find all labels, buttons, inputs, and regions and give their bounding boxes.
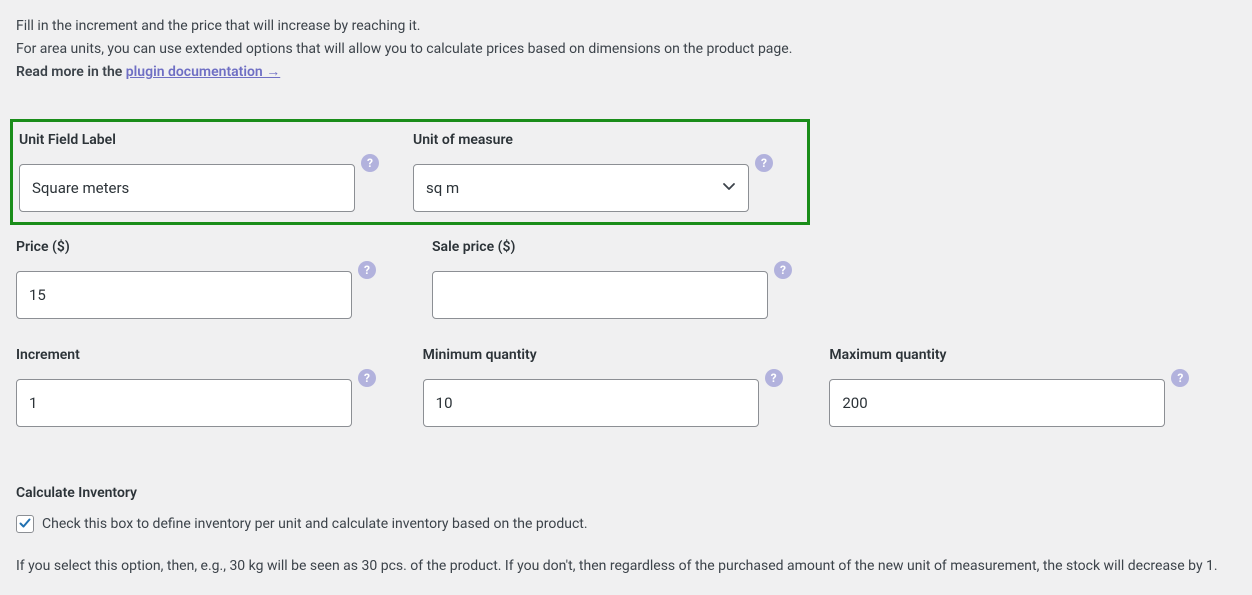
max-qty-input[interactable] — [829, 379, 1165, 427]
increment-input[interactable] — [16, 379, 352, 427]
help-icon[interactable]: ? — [765, 369, 783, 387]
help-icon[interactable]: ? — [361, 154, 379, 172]
help-icon[interactable]: ? — [755, 154, 773, 172]
increment-label: Increment — [16, 347, 383, 363]
calculate-inventory-checkbox-label: Check this box to define inventory per u… — [42, 516, 588, 532]
help-icon[interactable]: ? — [358, 261, 376, 279]
sale-price-input[interactable] — [432, 271, 768, 319]
sale-price-label: Sale price ($) — [432, 239, 808, 255]
help-icon[interactable]: ? — [358, 369, 376, 387]
help-icon[interactable]: ? — [774, 261, 792, 279]
intro-line-3: Read more in the plugin documentation → — [16, 62, 1236, 83]
intro-line-2: For area units, you can use extended opt… — [16, 39, 1236, 60]
intro-readmore-prefix: Read more in the — [16, 64, 126, 80]
calculate-inventory-help-text: If you select this option, then, e.g., 3… — [16, 555, 1236, 579]
price-input[interactable] — [16, 271, 352, 319]
min-qty-input[interactable] — [423, 379, 759, 427]
help-icon[interactable]: ? — [1171, 369, 1189, 387]
calculate-inventory-heading: Calculate Inventory — [16, 485, 1236, 501]
max-qty-label: Maximum quantity — [829, 347, 1196, 363]
intro-line-1: Fill in the increment and the price that… — [16, 16, 1236, 37]
check-icon — [18, 516, 32, 533]
calculate-inventory-section: Calculate Inventory Check this box to de… — [16, 485, 1236, 579]
unit-of-measure-label: Unit of measure — [413, 132, 767, 148]
unit-field-label-input[interactable] — [19, 164, 355, 212]
form-section: Unit Field Label ? Unit of measure sq m … — [16, 119, 1236, 579]
intro-text: Fill in the increment and the price that… — [16, 16, 1236, 83]
unit-field-label-label: Unit Field Label — [19, 132, 373, 148]
price-label: Price ($) — [16, 239, 392, 255]
unit-fields-highlight: Unit Field Label ? Unit of measure sq m … — [10, 119, 810, 225]
plugin-documentation-link[interactable]: plugin documentation → — [126, 64, 280, 80]
unit-of-measure-select[interactable]: sq m — [413, 164, 749, 212]
min-qty-label: Minimum quantity — [423, 347, 790, 363]
calculate-inventory-checkbox[interactable] — [16, 515, 34, 533]
